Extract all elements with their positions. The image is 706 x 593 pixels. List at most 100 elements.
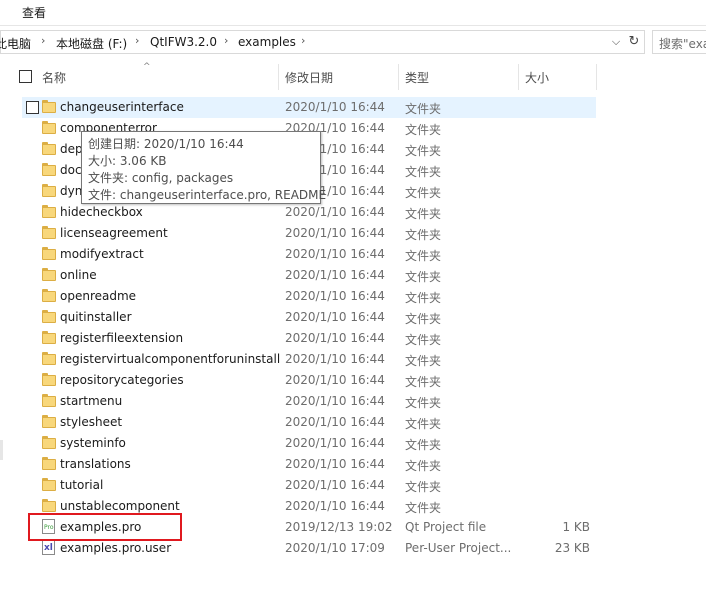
chevron-down-icon[interactable]: ⌵ xyxy=(608,32,624,52)
folder-icon xyxy=(42,205,56,218)
column-header-row: ^ 名称 修改日期 类型 大小 xyxy=(0,62,706,90)
tooltip-size: 大小: 3.06 KB xyxy=(88,154,167,168)
folder-icon xyxy=(42,289,56,302)
file-type: Per-User Project... xyxy=(405,541,512,555)
column-divider[interactable] xyxy=(518,64,519,90)
breadcrumb-separator[interactable]: › xyxy=(224,34,228,47)
list-item[interactable]: systeminfo 2020/1/10 16:44 文件夹 xyxy=(22,433,596,454)
folder-icon xyxy=(42,352,56,365)
row-checkbox[interactable] xyxy=(26,101,39,114)
file-name: startmenu xyxy=(60,394,123,408)
file-type: 文件夹 xyxy=(405,228,442,242)
breadcrumb-separator[interactable]: › xyxy=(301,34,305,47)
file-date: 2020/1/10 16:44 xyxy=(285,394,385,408)
file-type: 文件夹 xyxy=(405,144,442,158)
breadcrumb-separator[interactable]: › xyxy=(41,34,45,47)
breadcrumb-this-pc[interactable]: 此电脑 xyxy=(0,35,31,52)
list-item[interactable]: registervirtualcomponentforuninstall 202… xyxy=(22,349,596,370)
file-date: 2020/1/10 16:44 xyxy=(285,457,385,471)
qt-project-file-icon: Pro xyxy=(42,519,55,534)
folder-icon xyxy=(42,331,56,344)
file-type: 文件夹 xyxy=(405,480,442,494)
breadcrumb-examples[interactable]: examples xyxy=(238,35,296,49)
file-type: 文件夹 xyxy=(405,375,442,389)
folder-icon xyxy=(42,184,56,197)
list-item[interactable]: translations 2020/1/10 16:44 文件夹 xyxy=(22,454,596,475)
file-name: hidecheckbox xyxy=(60,205,143,219)
file-date: 2020/1/10 16:44 xyxy=(285,310,385,324)
file-type: 文件夹 xyxy=(405,207,442,221)
address-bar[interactable]: 此电脑 › 本地磁盘 (F:) › QtIFW3.2.0 › examples … xyxy=(0,30,645,54)
file-name: online xyxy=(60,268,97,282)
breadcrumb-drive-f[interactable]: 本地磁盘 (F:) xyxy=(56,35,127,52)
file-type: 文件夹 xyxy=(405,417,442,431)
file-type: 文件夹 xyxy=(405,354,442,368)
list-item-examples-pro[interactable]: Pro examples.pro 2019/12/13 19:02 Qt Pro… xyxy=(22,517,596,538)
column-header-date[interactable]: 修改日期 xyxy=(285,69,333,86)
column-divider[interactable] xyxy=(398,64,399,90)
column-divider[interactable] xyxy=(278,64,279,90)
refresh-icon[interactable]: ↻ xyxy=(625,32,643,52)
file-type: 文件夹 xyxy=(405,459,442,473)
file-name: translations xyxy=(60,457,131,471)
file-size: 23 KB xyxy=(554,541,590,555)
list-item[interactable]: registerfileextension 2020/1/10 16:44 文件… xyxy=(22,328,596,349)
file-name: repositorycategories xyxy=(60,373,184,387)
list-item[interactable]: licenseagreement 2020/1/10 16:44 文件夹 xyxy=(22,223,596,244)
list-item[interactable]: hidecheckbox 2020/1/10 16:44 文件夹 xyxy=(22,202,596,223)
user-file-icon-label: xl xyxy=(44,543,53,553)
file-date: 2020/1/10 16:44 xyxy=(285,373,385,387)
list-item[interactable]: stylesheet 2020/1/10 16:44 文件夹 xyxy=(22,412,596,433)
file-explorer-window: 查看 此电脑 › 本地磁盘 (F:) › QtIFW3.2.0 › exampl… xyxy=(0,0,706,593)
list-item[interactable]: startmenu 2020/1/10 16:44 文件夹 xyxy=(22,391,596,412)
folder-icon xyxy=(42,436,56,449)
file-name: stylesheet xyxy=(60,415,123,429)
search-placeholder: 搜索"examples" xyxy=(659,37,706,51)
file-date: 2020/1/10 16:44 xyxy=(285,415,385,429)
file-date: 2020/1/10 16:44 xyxy=(285,331,385,345)
file-name: registerfileextension xyxy=(60,331,184,345)
list-item-examples-pro-user[interactable]: xl examples.pro.user 2020/1/10 17:09 Per… xyxy=(22,538,596,559)
address-row: 此电脑 › 本地磁盘 (F:) › QtIFW3.2.0 › examples … xyxy=(0,30,706,54)
file-name: licenseagreement xyxy=(60,226,168,240)
folder-icon xyxy=(42,373,56,386)
list-item[interactable]: online 2020/1/10 16:44 文件夹 xyxy=(22,265,596,286)
file-name: openreadme xyxy=(60,289,137,303)
ribbon-tab-view[interactable]: 查看 xyxy=(22,4,46,21)
file-date: 2020/1/10 16:44 xyxy=(285,268,385,282)
search-input[interactable]: 搜索"examples" xyxy=(652,30,706,54)
list-item[interactable]: quitinstaller 2020/1/10 16:44 文件夹 xyxy=(22,307,596,328)
file-date: 2020/1/10 16:44 xyxy=(285,478,385,492)
file-date: 2020/1/10 16:44 xyxy=(285,289,385,303)
breadcrumb-separator[interactable]: › xyxy=(135,34,139,47)
file-type: 文件夹 xyxy=(405,123,442,137)
file-size: 1 KB xyxy=(562,520,590,534)
list-item[interactable]: unstablecomponent 2020/1/10 16:44 文件夹 xyxy=(22,496,596,517)
sort-ascending-icon: ^ xyxy=(143,62,151,72)
folder-icon xyxy=(42,121,56,134)
qt-file-icon-label: Pro xyxy=(44,524,54,531)
file-type: 文件夹 xyxy=(405,501,442,515)
file-type: 文件夹 xyxy=(405,249,442,263)
column-header-name[interactable]: 名称 xyxy=(42,69,66,86)
column-divider[interactable] xyxy=(596,64,597,90)
breadcrumb-qtifw[interactable]: QtIFW3.2.0 xyxy=(150,35,217,49)
file-name: unstablecomponent xyxy=(60,499,180,513)
file-type: 文件夹 xyxy=(405,165,442,179)
file-type: 文件夹 xyxy=(405,186,442,200)
column-header-type[interactable]: 类型 xyxy=(405,69,429,86)
folder-icon xyxy=(42,499,56,512)
list-item[interactable]: modifyextract 2020/1/10 16:44 文件夹 xyxy=(22,244,596,265)
select-all-checkbox[interactable] xyxy=(19,70,32,83)
file-name: examples.pro xyxy=(60,520,142,534)
list-item[interactable]: openreadme 2020/1/10 16:44 文件夹 xyxy=(22,286,596,307)
list-item-changeuserinterface[interactable]: changeuserinterface 2020/1/10 16:44 文件夹 xyxy=(22,97,596,118)
file-type: 文件夹 xyxy=(405,438,442,452)
column-header-size[interactable]: 大小 xyxy=(525,69,549,86)
file-type: 文件夹 xyxy=(405,270,442,284)
nav-pane-edge[interactable] xyxy=(0,440,3,460)
tooltip-files: 文件: changeuserinterface.pro, README xyxy=(88,188,327,202)
list-item[interactable]: repositorycategories 2020/1/10 16:44 文件夹 xyxy=(22,370,596,391)
list-item[interactable]: tutorial 2020/1/10 16:44 文件夹 xyxy=(22,475,596,496)
file-type: 文件夹 xyxy=(405,312,442,326)
